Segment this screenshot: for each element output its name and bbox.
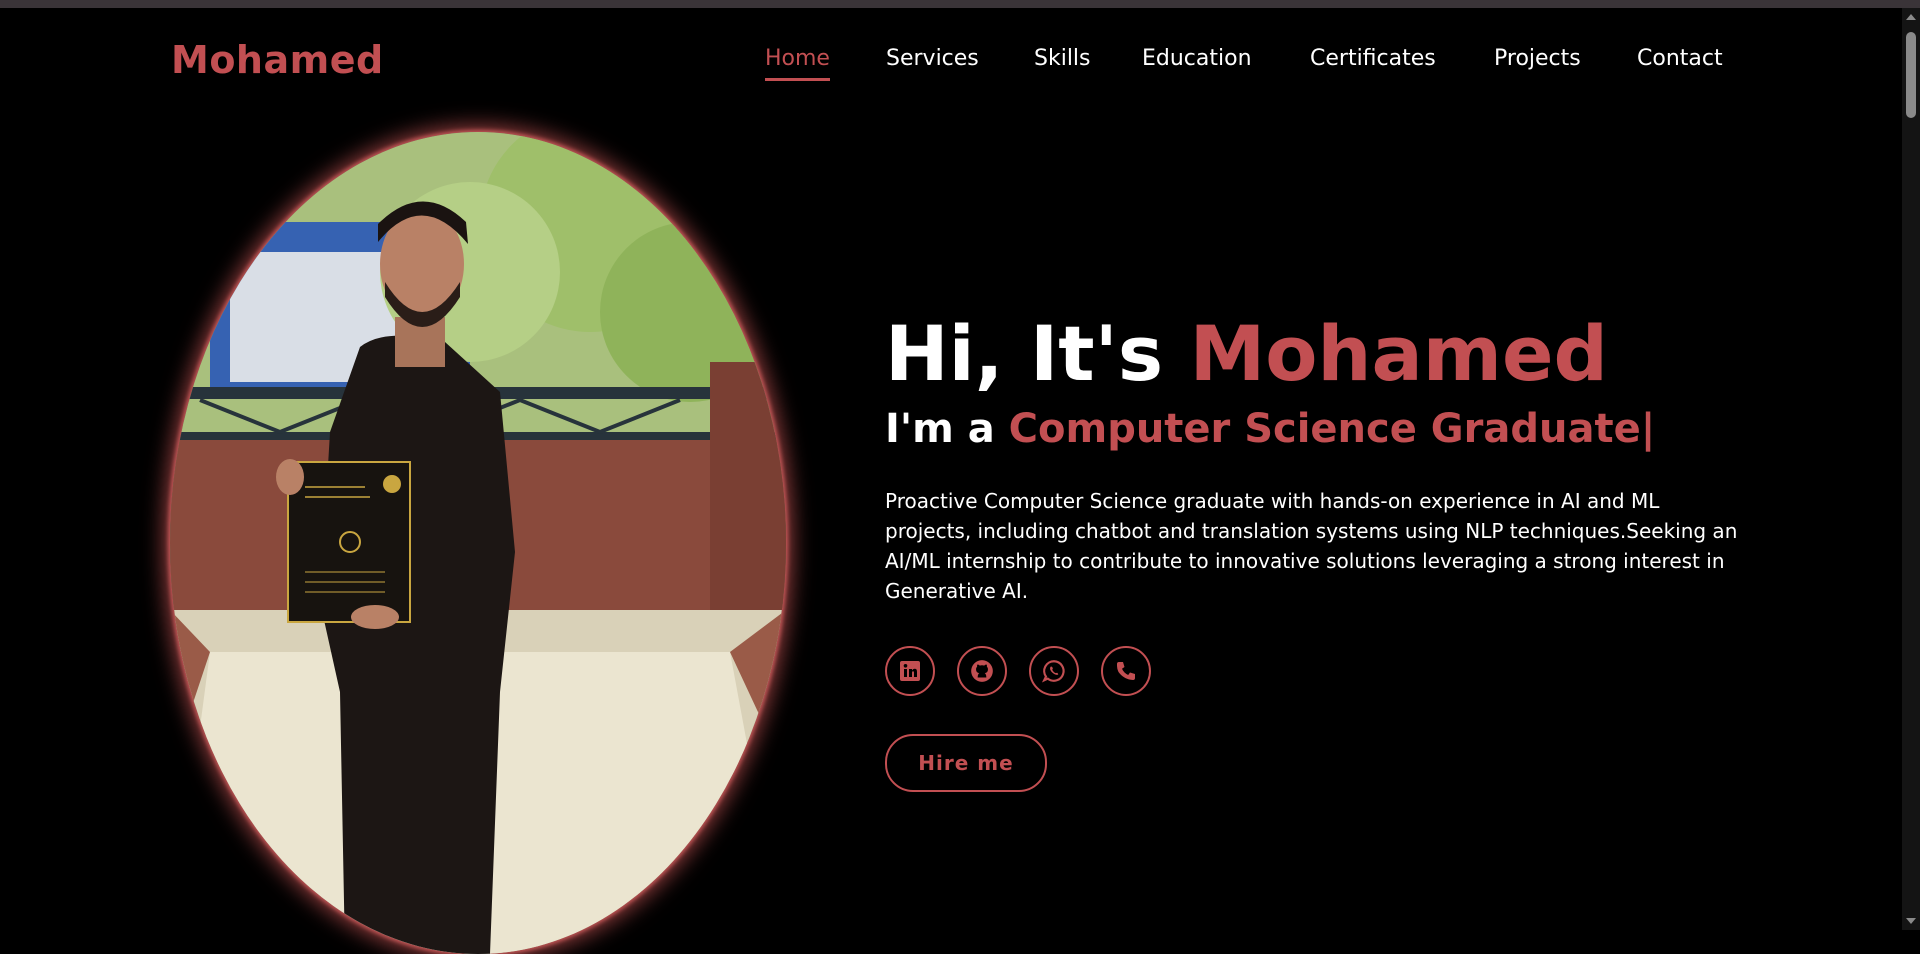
scroll-up-arrow-icon[interactable] [1906, 14, 1916, 20]
hero-headline: Hi, It's Mohamed [885, 310, 1745, 398]
github-link[interactable] [957, 646, 1007, 696]
hero-bio: Proactive Computer Science graduate with… [885, 489, 1738, 603]
nav-certificates[interactable]: Certificates [1310, 46, 1436, 71]
hero-greeting: Hi, It's [885, 309, 1164, 398]
site-logo[interactable]: Mohamed [171, 38, 384, 82]
social-links [885, 646, 1745, 696]
phone-link[interactable] [1101, 646, 1151, 696]
linkedin-icon [900, 661, 920, 681]
hire-me-button[interactable]: Hire me [885, 734, 1047, 792]
hero-role-text: Computer Science Graduate [1008, 406, 1641, 452]
nav-contact[interactable]: Contact [1637, 46, 1723, 71]
scroll-down-arrow-icon[interactable] [1906, 918, 1916, 924]
nav-skills[interactable]: Skills [1034, 46, 1091, 71]
hero-role-prefix: I'm a [885, 406, 995, 452]
nav-education[interactable]: Education [1142, 46, 1252, 71]
github-icon [971, 660, 993, 682]
browser-top-strip [0, 0, 1920, 8]
scroll-thumb[interactable] [1906, 32, 1916, 118]
linkedin-link[interactable] [885, 646, 935, 696]
whatsapp-link[interactable] [1029, 646, 1079, 696]
typing-cursor: | [1640, 406, 1656, 452]
hero-section: Hi, It's Mohamed I'm a Computer Science … [885, 310, 1745, 792]
hero-name: Mohamed [1189, 309, 1608, 398]
nav-services[interactable]: Services [886, 46, 979, 71]
hero-role: I'm a Computer Science Graduate| [885, 404, 1745, 454]
nav-home[interactable]: Home [765, 46, 830, 81]
whatsapp-icon [1041, 660, 1065, 683]
phone-icon [1116, 662, 1135, 680]
profile-photo [170, 132, 786, 954]
nav-projects[interactable]: Projects [1494, 46, 1581, 71]
scrollbar[interactable] [1902, 8, 1920, 930]
